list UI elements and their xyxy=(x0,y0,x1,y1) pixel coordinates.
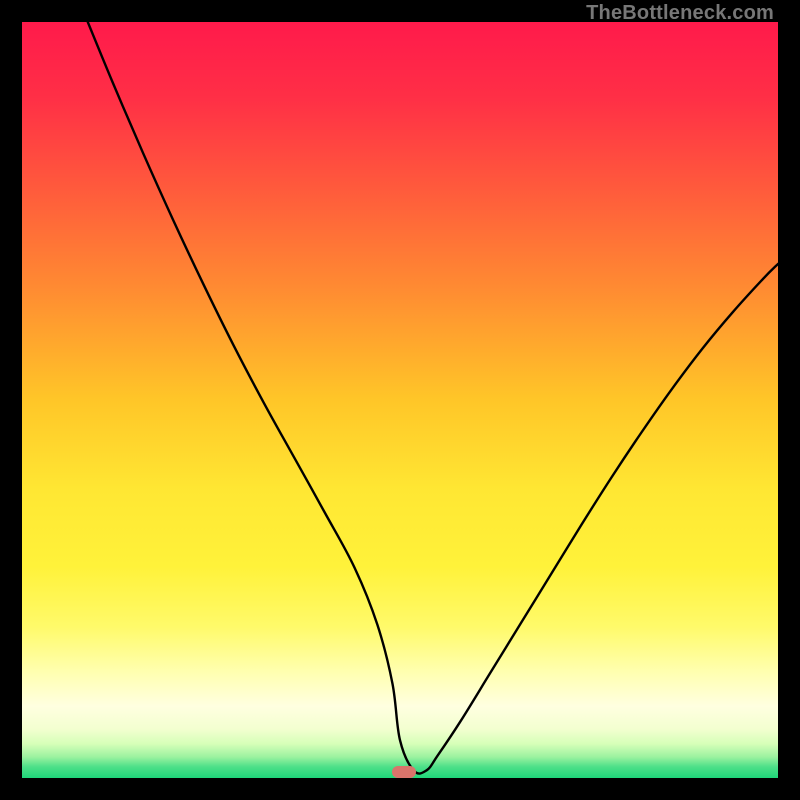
chart-frame xyxy=(22,22,778,778)
bottleneck-curve xyxy=(22,22,778,778)
watermark-text: TheBottleneck.com xyxy=(586,2,774,25)
optimal-point-marker xyxy=(392,766,416,778)
